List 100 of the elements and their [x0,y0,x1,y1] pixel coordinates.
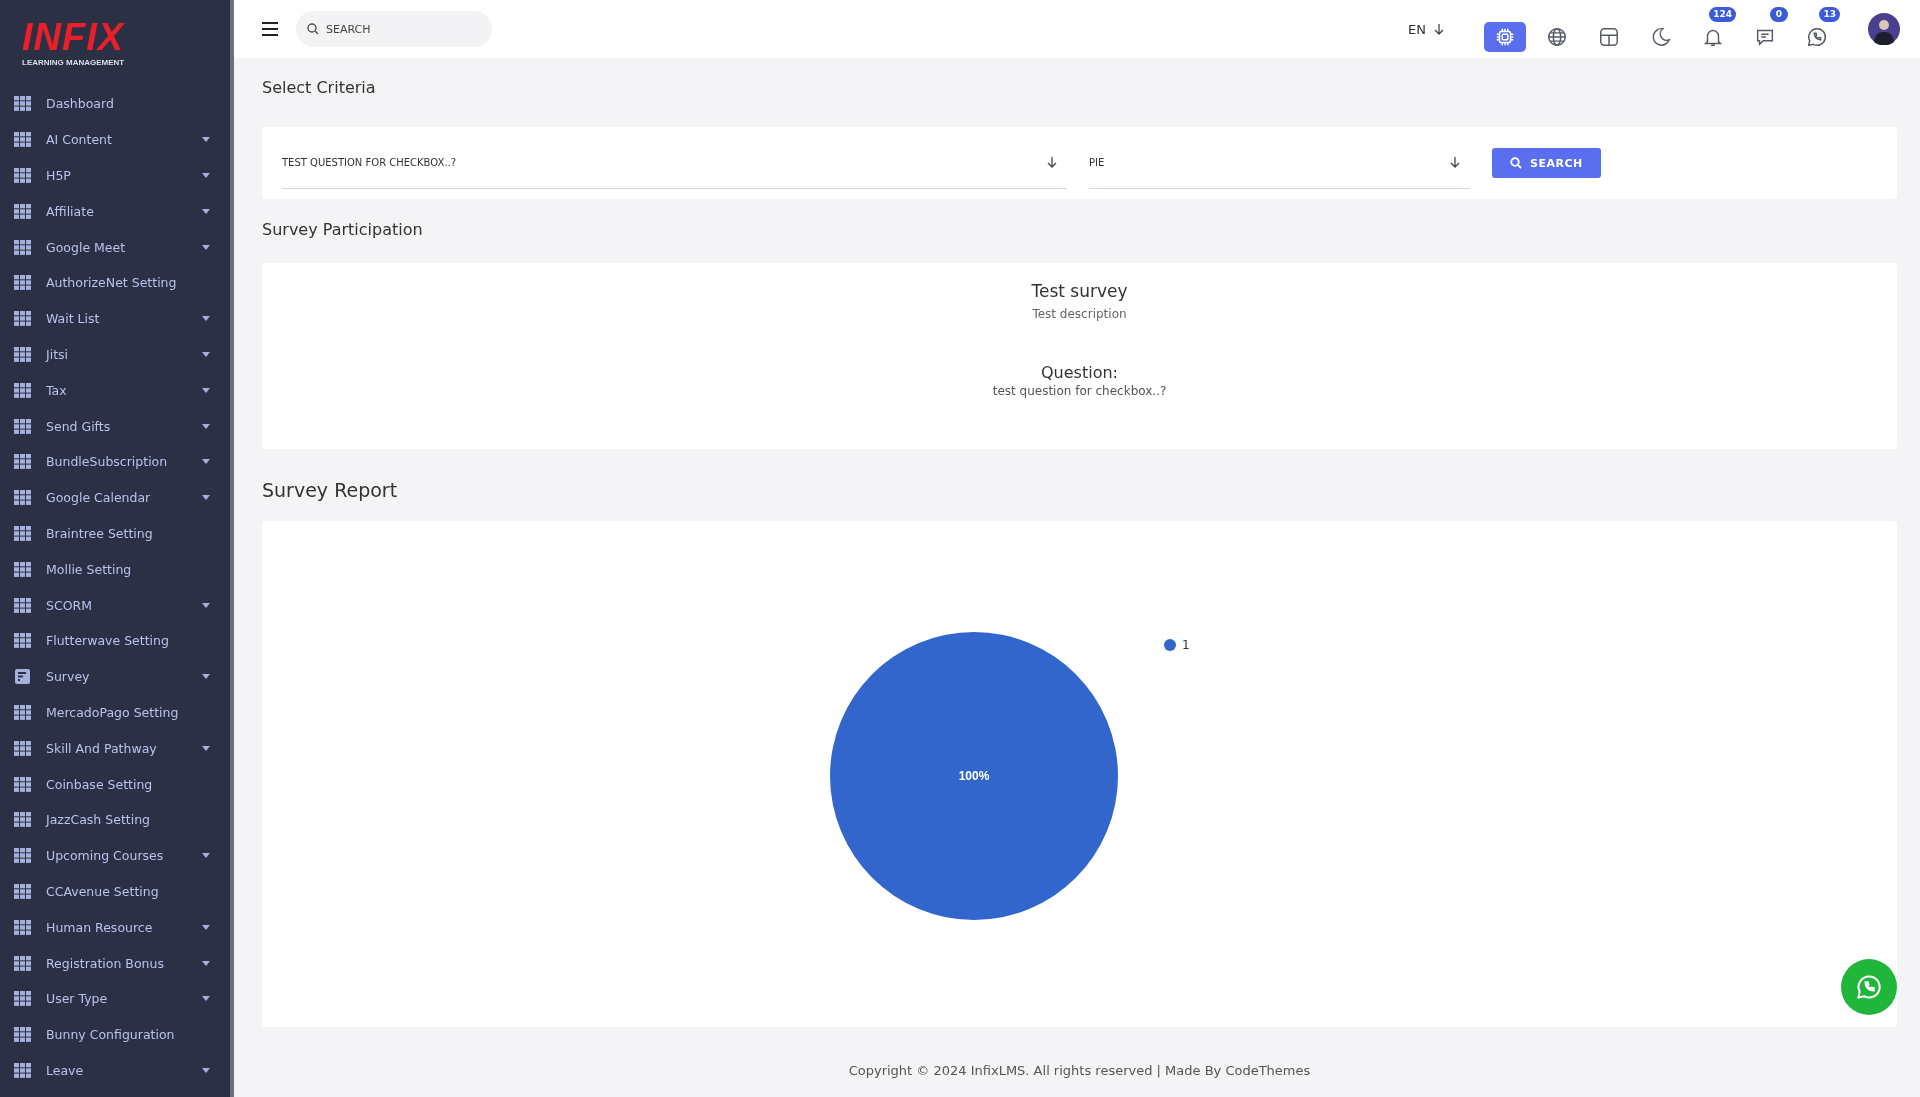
grid-icon [14,883,31,899]
sidebar-item[interactable]: CCAvenue Setting [0,873,230,910]
count-badge: 0 [1770,6,1788,22]
sidebar-item[interactable]: Coinbase Setting [0,766,230,802]
sidebar-item[interactable]: BundleSubscription [0,443,230,480]
data-label: 100% [958,769,990,783]
caret-icon [202,1067,210,1073]
caret-icon [202,495,210,501]
survey-description: Test description [1032,307,1127,321]
grid-icon [14,848,31,864]
grid-icon [14,776,31,792]
grid-icon [14,991,31,1007]
grid-icon [14,597,31,613]
arrow-down-icon [1434,23,1444,35]
caret-icon [202,423,210,429]
grid-icon [14,919,31,935]
caret-icon [202,351,210,357]
sidebar-item[interactable]: Human Resource [0,909,230,946]
section-title: Survey Report [262,479,399,501]
arrow-down-icon [1450,157,1460,168]
grid-icon [14,203,31,219]
caret-icon [202,316,210,322]
caret-icon [202,745,210,751]
sidebar-item[interactable]: JazzCash Setting [0,801,230,838]
caret-icon [202,244,210,250]
caret-icon [202,924,210,930]
search-icon [307,23,319,35]
caret-icon [202,996,210,1002]
phone-chat-icon [1806,25,1828,48]
sidebar-item[interactable]: User Type [0,980,230,1017]
grid-icon [14,955,31,971]
sidebar-item[interactable]: Tax [0,372,230,409]
section-title: Select Criteria [262,78,377,97]
sidebar-item[interactable]: Skill And Pathway [0,730,230,767]
grid-icon [14,454,31,470]
sidebar-item[interactable]: H5P [0,157,230,194]
search-button[interactable]: SEARCH [1492,148,1601,178]
caret-icon [202,602,210,608]
grid-icon [14,525,31,541]
sidebar-item[interactable]: Upcoming Courses [0,837,230,874]
count-badge: 124 [1709,6,1736,22]
sidebar-item[interactable]: Mollie Setting [0,551,230,588]
caret-icon [202,137,210,143]
caret-icon [202,208,210,214]
sidebar-item[interactable]: MercadoPago Setting [0,694,230,731]
sidebar-item[interactable]: Send Gifts [0,408,230,444]
legend-dot [1164,639,1176,651]
whatsapp-button[interactable] [1841,959,1897,1015]
sidebar-item[interactable]: AI Content [0,121,230,158]
survey-title: Test survey [1031,281,1128,301]
grid-icon [14,1062,31,1078]
grid-icon [14,168,31,183]
document-icon [14,669,31,685]
footer-text: Copyright © 2024 InfixLMS. All rights reserved | Made By CodeThemes [847,1063,1312,1078]
legend-label: 1 [1182,638,1190,652]
grid-icon [14,704,31,720]
sidebar-item[interactable]: Google Meet [0,229,230,265]
grid-icon [14,275,31,291]
avatar-icon[interactable] [1868,13,1900,45]
caret-icon [202,674,210,680]
sidebar-item[interactable]: AuthorizeNet Setting [0,265,230,301]
moon-icon [1650,25,1672,48]
grid-icon [14,382,31,398]
question-label: Question: [1041,363,1118,382]
sidebar-item[interactable]: Flutterwave Setting [0,622,230,659]
sidebar-item[interactable]: Braintree Setting [0,515,230,552]
question-dropdown[interactable]: TEST QUESTION FOR CHECKBOX..? [282,137,1067,189]
section-title: Survey Participation [262,220,424,239]
search-field[interactable]: SEARCH [296,11,492,47]
phone-chat-icon [1855,973,1883,1001]
sidebar-item[interactable]: Google Calendar [0,479,230,516]
grid-icon [14,561,31,577]
sidebar-item[interactable]: Affiliate [0,193,230,230]
sidebar-item[interactable]: Survey [0,658,230,695]
language-selector[interactable]: EN [1402,20,1450,38]
arrow-down-icon [1047,157,1057,168]
menu-icon[interactable] [262,22,278,36]
sidebar-item[interactable]: Registration Bonus [0,945,230,981]
grid-icon [14,1027,31,1043]
caret-icon [202,960,210,966]
sidebar-item[interactable]: Wait List [0,300,230,337]
sidebar-item[interactable]: Jitsi [0,336,230,373]
logo-subtitle: LEARNING MANAGEMENT [22,58,126,67]
caret-icon [202,387,210,393]
globe-icon [1546,25,1568,48]
grid-icon [14,96,31,112]
grid-icon [14,490,31,506]
grid-icon [14,740,31,756]
chip-button[interactable] [1484,21,1526,52]
sidebar-item[interactable]: Dashboard [0,86,230,122]
grid-icon [14,418,31,434]
sidebar-item[interactable]: SCORM [0,587,230,623]
search-icon [1510,157,1522,169]
caret-icon [202,853,210,859]
grid-icon [14,346,31,362]
grid-icon [14,311,31,327]
chart-type-dropdown[interactable]: PIE [1089,137,1470,189]
sidebar-item[interactable]: Leave [0,1052,230,1089]
sidebar-item[interactable]: Bunny Configuration [0,1016,230,1053]
question-text: test question for checkbox..? [992,384,1167,398]
